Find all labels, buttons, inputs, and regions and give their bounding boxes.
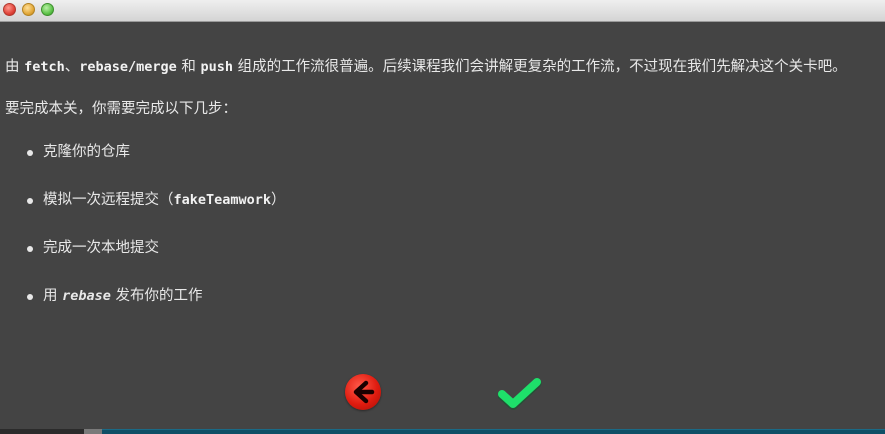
intro-code-fetch: fetch [24, 59, 65, 75]
bottom-taskbar-strip [0, 429, 885, 434]
intro-text-3: 和 [176, 59, 201, 75]
task-heading: 要完成本关，你需要完成以下几步： [5, 101, 237, 117]
step-text: 发布你的工作 [110, 288, 203, 304]
step-text: ） [271, 192, 286, 208]
steps-list: 克隆你的仓库 模拟一次远程提交（fakeTeamwork） 完成一次本地提交 用… [5, 141, 883, 308]
close-window-button[interactable] [3, 3, 16, 16]
intro-text-2: 、 [64, 59, 80, 75]
strip-segment [84, 429, 102, 434]
bullet-icon [27, 150, 33, 156]
intro-text-1: 由 [5, 59, 25, 75]
step-code: rebase [62, 288, 111, 304]
level-instructions: 由 fetch、rebase/merge 和 push 组成的工作流很普遍。后续… [5, 56, 883, 333]
back-button[interactable] [345, 374, 381, 410]
step-text: 克隆你的仓库 [43, 144, 130, 160]
dialog-window: 由 fetch、rebase/merge 和 push 组成的工作流很普遍。后续… [0, 0, 885, 434]
intro-code-rebase-merge: rebase/merge [79, 59, 177, 75]
confirm-button[interactable] [497, 376, 542, 410]
intro-text-4: 组成的工作流很普遍。后续课程我们会讲解更复杂的工作流，不过现在我们先解决这个关卡… [233, 59, 847, 75]
strip-segment [0, 429, 84, 434]
step-code: fakeTeamwork [173, 192, 272, 208]
step-text: 完成一次本地提交 [43, 240, 159, 256]
back-arrow-icon [353, 380, 375, 404]
step-item: 模拟一次远程提交（fakeTeamwork） [5, 189, 883, 212]
step-item: 完成一次本地提交 [5, 237, 883, 260]
maximize-window-button[interactable] [41, 3, 54, 16]
bullet-icon [27, 198, 33, 204]
step-item: 用 rebase 发布你的工作 [5, 285, 883, 308]
step-text: 模拟一次远程提交（ [43, 192, 174, 208]
step-item: 克隆你的仓库 [5, 141, 883, 164]
bullet-icon [27, 246, 33, 252]
strip-segment [102, 429, 885, 434]
step-text: 用 [43, 288, 63, 304]
checkmark-icon [497, 378, 542, 410]
bullet-icon [27, 294, 33, 300]
intro-code-push: push [200, 59, 234, 75]
intro-paragraph: 由 fetch、rebase/merge 和 push 组成的工作流很普遍。后续… [5, 56, 883, 79]
minimize-window-button[interactable] [22, 3, 35, 16]
window-titlebar [0, 0, 885, 22]
